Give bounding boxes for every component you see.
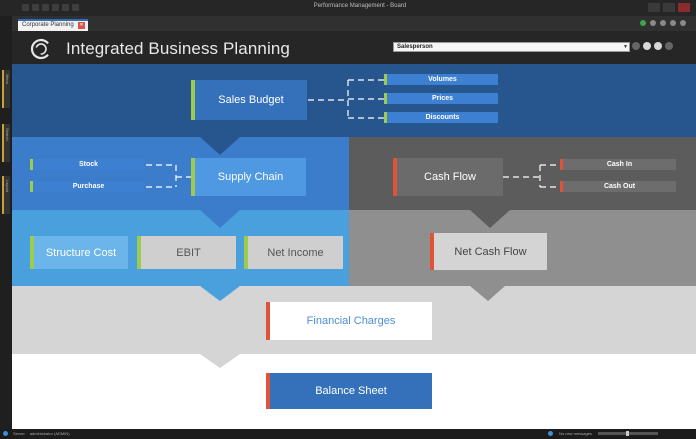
- print-icon[interactable]: [62, 4, 69, 11]
- page-title: Integrated Business Planning: [66, 39, 290, 58]
- sales-budget-box[interactable]: Sales Budget: [191, 80, 307, 120]
- save-icon[interactable]: [22, 4, 29, 11]
- settings-icon[interactable]: [72, 4, 79, 11]
- title-bar: Performance Management - Board: [0, 0, 696, 16]
- window-title: Performance Management - Board: [313, 3, 407, 9]
- stock-box[interactable]: Stock: [30, 159, 144, 170]
- cash-out-box[interactable]: Cash Out: [560, 181, 676, 192]
- tab-corporate-planning[interactable]: Corporate Planning ✕: [18, 19, 88, 31]
- zoom-slider[interactable]: [597, 431, 658, 436]
- cash-in-box[interactable]: Cash In: [560, 159, 676, 170]
- layout-icon[interactable]: [680, 20, 686, 26]
- server-label: Server: [13, 431, 25, 436]
- tab-strip: Corporate Planning ✕: [12, 16, 696, 31]
- band-sales: [12, 64, 696, 137]
- messages-icon[interactable]: [548, 431, 553, 436]
- status-left: Server administrator (ADMIN): [3, 431, 70, 436]
- salesperson-select-value: Salesperson: [397, 44, 433, 50]
- discounts-box[interactable]: Discounts: [384, 112, 498, 123]
- supply-chain-box[interactable]: Supply Chain: [191, 158, 306, 196]
- app-logo-icon: [30, 38, 52, 60]
- star-icon[interactable]: [660, 20, 666, 26]
- undo-icon[interactable]: [32, 4, 39, 11]
- back-icon[interactable]: [632, 42, 640, 50]
- lock-icon[interactable]: [670, 20, 676, 26]
- financial-charges-box[interactable]: Financial Charges: [266, 302, 432, 340]
- tab-close-icon[interactable]: ✕: [78, 22, 85, 29]
- net-cash-flow-box[interactable]: Net Cash Flow: [430, 233, 547, 270]
- left-rail: b Menu Search Layout: [0, 0, 12, 439]
- zoom-handle[interactable]: [625, 431, 629, 436]
- rail-tab-menu[interactable]: Menu: [2, 70, 10, 108]
- cash-flow-box[interactable]: Cash Flow: [393, 158, 503, 196]
- ebit-box[interactable]: EBIT: [137, 236, 236, 269]
- messages-label: No new messages: [559, 431, 592, 436]
- rail-tab-search[interactable]: Search: [2, 124, 10, 162]
- user-label: administrator (ADMIN): [29, 431, 70, 436]
- rail-tab-search-label: Search: [5, 128, 10, 141]
- app-window: b Menu Search Layout Performance Managem…: [0, 0, 696, 439]
- rail-tab-menu-label: Menu: [5, 74, 10, 85]
- purchase-box[interactable]: Purchase: [30, 181, 144, 192]
- close-icon[interactable]: [678, 3, 690, 12]
- salesperson-select[interactable]: Salesperson ▼: [393, 42, 630, 52]
- prices-box[interactable]: Prices: [384, 93, 498, 104]
- balance-sheet-box[interactable]: Balance Sheet: [266, 373, 432, 409]
- filter-icon[interactable]: [650, 20, 656, 26]
- header-icons: [632, 42, 673, 50]
- status-right: No new messages: [548, 431, 658, 436]
- minimize-icon[interactable]: [648, 3, 660, 12]
- rail-tab-layout[interactable]: Layout: [2, 176, 10, 214]
- net-income-box[interactable]: Net Income: [244, 236, 343, 269]
- status-ok-icon: [640, 20, 646, 26]
- refresh-view-icon[interactable]: [665, 42, 673, 50]
- window-controls: [648, 3, 690, 12]
- redo-icon[interactable]: [42, 4, 49, 11]
- tab-tools: [640, 20, 686, 26]
- tab-label: Corporate Planning: [22, 22, 74, 28]
- chevron-down-icon: ▼: [623, 44, 628, 50]
- maximize-icon[interactable]: [663, 3, 675, 12]
- status-bar: Server administrator (ADMIN) No new mess…: [0, 429, 696, 439]
- refresh-icon[interactable]: [52, 4, 59, 11]
- structure-cost-box[interactable]: Structure Cost: [30, 236, 128, 269]
- server-icon: [3, 431, 8, 436]
- forward-icon[interactable]: [643, 42, 651, 50]
- quick-access-toolbar: [22, 4, 79, 12]
- home-icon[interactable]: [654, 42, 662, 50]
- rail-tab-layout-label: Layout: [5, 180, 10, 193]
- volumes-box[interactable]: Volumes: [384, 74, 498, 85]
